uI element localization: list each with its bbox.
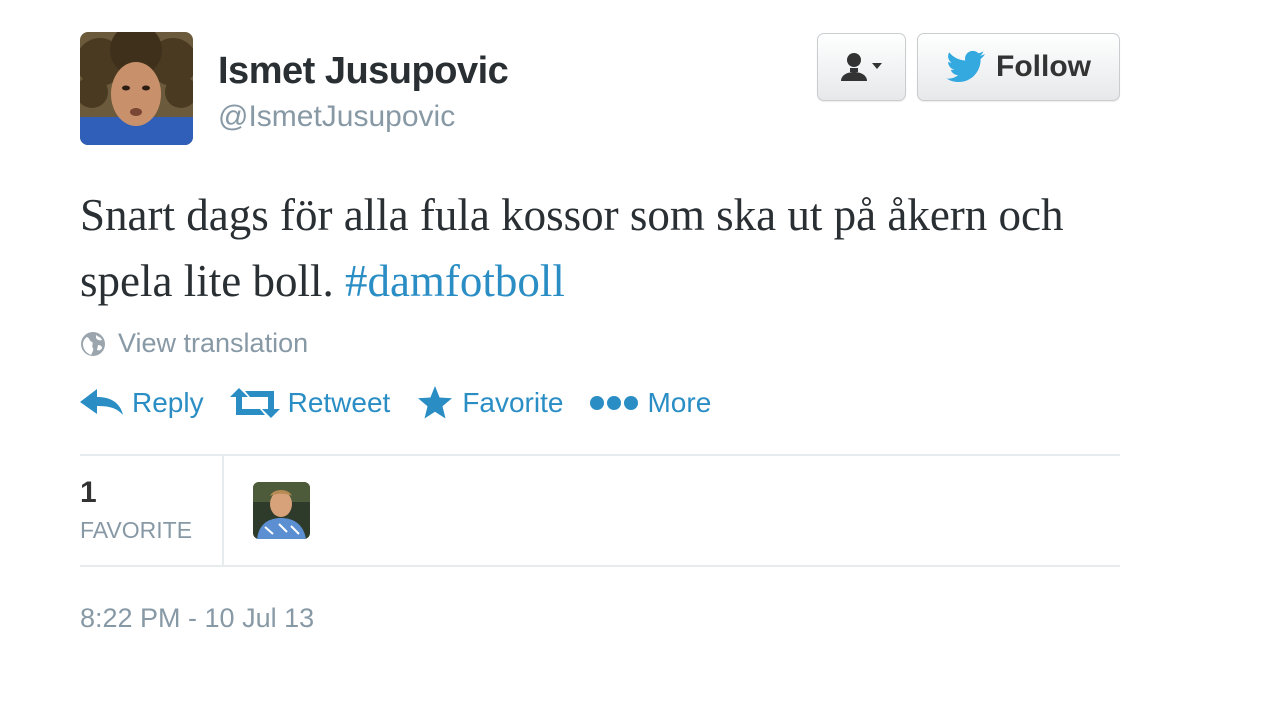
view-translation-link[interactable]: View translation [80, 328, 308, 359]
tweet-body: Snart dags för alla fula kossor som ska … [80, 190, 1064, 306]
retweet-label: Retweet [287, 387, 391, 418]
user-dropdown-icon [840, 53, 882, 81]
reply-action[interactable]: Reply [80, 387, 204, 419]
stats-divider [222, 455, 224, 566]
view-translation-label: View translation [118, 328, 309, 358]
divider-bottom [80, 565, 1120, 567]
display-name[interactable]: Ismet Jusupovic [218, 50, 509, 93]
favoriter-avatar[interactable] [253, 482, 310, 539]
avatar-image [80, 32, 193, 145]
divider-top [80, 454, 1120, 456]
tweet-actions: Reply Retweet Favorite More [80, 385, 737, 421]
avatar[interactable] [80, 32, 193, 145]
twitter-bird-icon [946, 50, 985, 82]
globe-icon [81, 331, 105, 356]
favorite-count-label: FAVORITE [80, 517, 193, 543]
reply-label: Reply [132, 387, 204, 418]
favorite-action[interactable]: Favorite [416, 385, 563, 421]
more-label: More [647, 387, 712, 418]
favoriter-avatar-image [253, 482, 310, 539]
user-actions-button[interactable] [817, 33, 906, 101]
reply-icon [80, 389, 123, 415]
retweet-icon [229, 388, 280, 418]
follow-button[interactable]: Follow [917, 33, 1120, 101]
hashtag-link[interactable]: #damfotboll [345, 256, 565, 306]
retweet-action[interactable]: Retweet [229, 387, 391, 419]
tweet-timestamp[interactable]: 8:22 PM - 10 Jul 13 [80, 603, 314, 634]
star-icon [418, 386, 453, 419]
favorite-label: Favorite [462, 387, 564, 418]
follow-label: Follow [996, 50, 1091, 83]
favorite-count[interactable]: 1 [80, 476, 97, 510]
more-action[interactable]: More [589, 387, 711, 419]
more-dots-icon [590, 396, 639, 410]
tweet-text: Snart dags för alla fula kossor som ska … [80, 182, 1120, 314]
screen-name[interactable]: @IsmetJusupovic [218, 100, 455, 134]
